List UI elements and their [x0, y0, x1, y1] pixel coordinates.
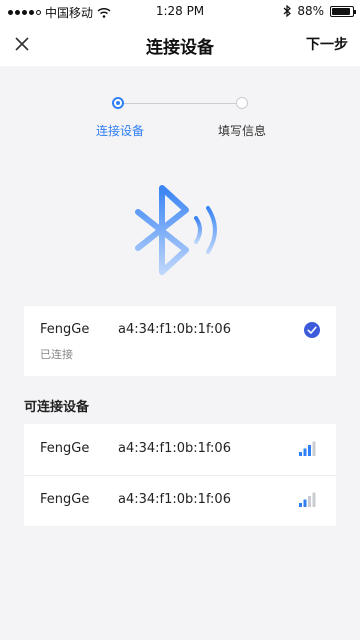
connected-device-mac: a4:34:f1:0b:1f:06 — [118, 322, 231, 337]
battery-percent: 88% — [297, 4, 324, 18]
signal-bar — [299, 503, 302, 507]
bluetooth-waves-icon — [135, 185, 217, 275]
connected-device-card[interactable]: FengGe a4:34:f1:0b:1f:06 已连接 — [24, 306, 336, 376]
available-devices-heading: 可连接设备 — [24, 400, 90, 415]
signal-bar — [308, 496, 311, 507]
step-2-dot — [236, 97, 248, 109]
close-icon[interactable] — [8, 30, 36, 58]
signal-bar — [303, 499, 307, 507]
step-connector-line — [118, 103, 242, 104]
device-mac: a4:34:f1:0b:1f:06 — [118, 492, 231, 507]
signal-bar — [312, 441, 316, 456]
signal-bar — [303, 448, 307, 456]
battery-level — [332, 7, 350, 15]
signal-bar — [312, 492, 316, 507]
status-bar: 中国移动 1:28 PM 88% — [0, 0, 360, 22]
connected-status-text: 已连接 — [40, 348, 73, 361]
device-name: FengGe — [40, 441, 90, 456]
available-devices-list: FengGe a4:34:f1:0b:1f:06 FengGe a4:34:f1… — [24, 424, 336, 526]
device-name: FengGe — [40, 492, 90, 507]
signal-bar — [308, 445, 311, 456]
signal-strength-icon — [299, 441, 316, 456]
check-circle-icon — [304, 322, 320, 338]
step-1-dot — [112, 97, 124, 109]
signal-strength-icon — [299, 492, 316, 507]
device-mac: a4:34:f1:0b:1f:06 — [118, 441, 231, 456]
next-step-button[interactable]: 下一步 — [306, 34, 348, 54]
battery-icon — [330, 5, 356, 17]
progress-stepper: 连接设备 填写信息 — [0, 92, 360, 142]
device-row[interactable]: FengGe a4:34:f1:0b:1f:06 — [24, 424, 336, 476]
step-2-label: 填写信息 — [218, 124, 267, 138]
step-1-label: 连接设备 — [96, 124, 145, 138]
navigation-bar: 连接设备 下一步 — [0, 22, 360, 66]
status-right: 88% — [283, 4, 356, 18]
connected-device-name: FengGe — [40, 322, 90, 337]
signal-bar — [299, 452, 302, 456]
device-row[interactable]: FengGe a4:34:f1:0b:1f:06 — [24, 475, 336, 526]
bluetooth-status-icon — [283, 5, 292, 17]
